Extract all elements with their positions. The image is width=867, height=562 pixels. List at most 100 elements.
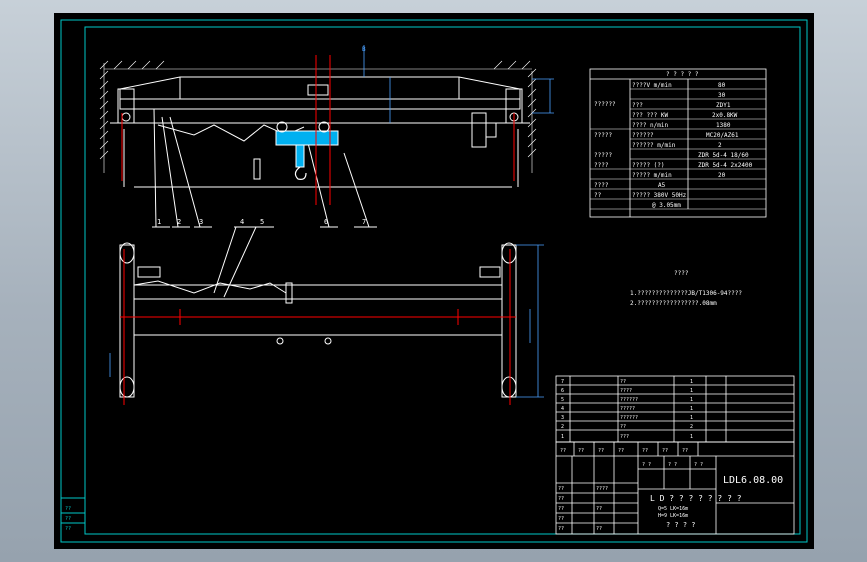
scale-cell: ? ? (694, 462, 703, 468)
cad-window: ?? ?? ?? B 1 2 3 4 5 6 7 ? ? ? ? ? ?????… (0, 0, 867, 562)
drawing-subtitle-2: H=9 LK=16m (658, 513, 688, 519)
title-label: ?? (558, 516, 564, 522)
bom-no: 5 (561, 397, 564, 403)
bom-no: 3 (561, 415, 564, 421)
bom-header: ?? (682, 448, 688, 454)
title-block-text: ?? ?? ?? ?? ?? ?? ?? ? ? ? ? ? ? LDL6.08… (558, 448, 783, 532)
drawing-canvas[interactable]: ?? ?? ?? B 1 2 3 4 5 6 7 ? ? ? ? ? ?????… (54, 13, 814, 549)
spec-group: ?????? (594, 101, 616, 108)
spec-label: ?????? (632, 132, 654, 139)
spec-label: ????? 380V 50Hz (632, 192, 687, 199)
spec-value: ZDR 5d-4 2x2400 (698, 162, 753, 169)
title-label: ?? (558, 526, 564, 532)
leader-line (307, 142, 337, 228)
title-label: ?? (596, 526, 602, 532)
callout-5: 5 (260, 218, 264, 226)
bom-qty: 1 (690, 434, 693, 440)
spec-table-rows (590, 88, 766, 210)
spec-label: ????V m/min (632, 82, 672, 89)
callout-2: 2 (177, 218, 181, 226)
bom-name: ?????? (620, 415, 638, 421)
spec-group: ????? (594, 132, 612, 139)
plan-wheel (501, 376, 517, 398)
bom-no: 4 (561, 406, 564, 412)
company-name: ? ? ? ? (666, 521, 696, 529)
left-strip: ?? ?? ?? (61, 506, 85, 532)
spec-label: ??? ??? KW (632, 112, 669, 119)
scale-cell: ? ? (668, 462, 677, 468)
bom-qty: 1 (690, 415, 693, 421)
bom-header: ?? (618, 448, 624, 454)
drawing-number: LDL6.08.00 (723, 475, 783, 486)
end-beam-left (119, 244, 135, 398)
scale-cell: ? ? (642, 462, 651, 468)
left-strip-cell: ?? (65, 516, 71, 522)
bom-name: ?? (620, 424, 626, 430)
bom-no: 1 (561, 434, 564, 440)
spec-value: @ 3.05mm (652, 202, 681, 209)
spec-label: ???? n/min (632, 122, 669, 129)
spec-group: ?? (594, 192, 602, 199)
spec-table-text: ? ? ? ? ? ?????? ????V m/min 80 30 ??? Z… (594, 71, 753, 209)
drive-motor (471, 112, 487, 148)
spec-label: ????? (?) (632, 162, 665, 169)
dimensions-plan (109, 244, 544, 398)
title-label: ?? (558, 506, 564, 512)
spec-value: 1380 (716, 122, 731, 129)
drawing-subtitle-1: Q=5 LK=16m (658, 506, 688, 512)
bom-table-text: 7 ?? 1 6 ???? 1 5 ?????? 1 4 ????? 1 3 ?… (561, 379, 693, 440)
wheel-left (121, 112, 131, 122)
callout-7: 7 (362, 218, 366, 226)
spec-value: 20 (718, 172, 726, 179)
plan-cable (133, 280, 287, 294)
callout-6: 6 (324, 218, 328, 226)
bom-no: 7 (561, 379, 564, 385)
plan-view (119, 242, 517, 398)
section-marker: B (362, 46, 366, 53)
bom-name: ???? (620, 388, 632, 394)
bom-qty: 1 (690, 397, 693, 403)
bom-table (555, 375, 795, 443)
bom-header: ?? (578, 448, 584, 454)
title-label: ???? (596, 486, 608, 492)
pendant-control (253, 158, 261, 180)
plan-motor (137, 266, 161, 278)
left-strip-cell: ?? (65, 526, 71, 532)
plan-motor (479, 266, 501, 278)
bom-qty: 1 (690, 406, 693, 412)
leader-line (343, 152, 377, 228)
spec-value: ZDY1 (716, 102, 731, 109)
sheet-inner-border (84, 26, 801, 535)
spec-value: 80 (718, 82, 726, 89)
bom-qty: 1 (690, 379, 693, 385)
left-strip-cell: ?? (65, 506, 71, 512)
bom-header: ?? (598, 448, 604, 454)
spec-title: ? ? ? ? ? (666, 71, 699, 78)
spec-value: 2 (718, 142, 722, 149)
plan-wheel (501, 242, 517, 264)
spec-group: ???? (594, 182, 609, 189)
bom-name: ?? (620, 379, 626, 385)
spec-group: ????? (594, 152, 612, 159)
callout-1: 1 (157, 218, 161, 226)
technical-notes: ???? 1.??????????????JB/T1306-94???? 2.?… (630, 270, 742, 307)
bom-name: ?????? (620, 397, 638, 403)
bom-header: ?? (662, 448, 668, 454)
bom-name: ??? (620, 434, 629, 440)
plan-centerlines (120, 249, 516, 405)
bom-header: ?? (642, 448, 648, 454)
plan-trolley (285, 282, 293, 304)
plan-wheel (119, 242, 135, 264)
end-beam-right (501, 244, 517, 398)
notes-title: ???? (674, 270, 689, 277)
hook-block (295, 144, 305, 168)
spec-value: 30 (718, 92, 726, 99)
title-label: ?? (558, 496, 564, 502)
bom-name: ????? (620, 406, 635, 412)
spec-value: MC20/AZ61 (706, 132, 739, 139)
bom-qty: 2 (690, 424, 693, 430)
callout-3: 3 (199, 218, 203, 226)
spec-label: ?????? m/min (632, 142, 676, 149)
spec-value: A5 (658, 182, 666, 189)
callout-4: 4 (240, 218, 244, 226)
